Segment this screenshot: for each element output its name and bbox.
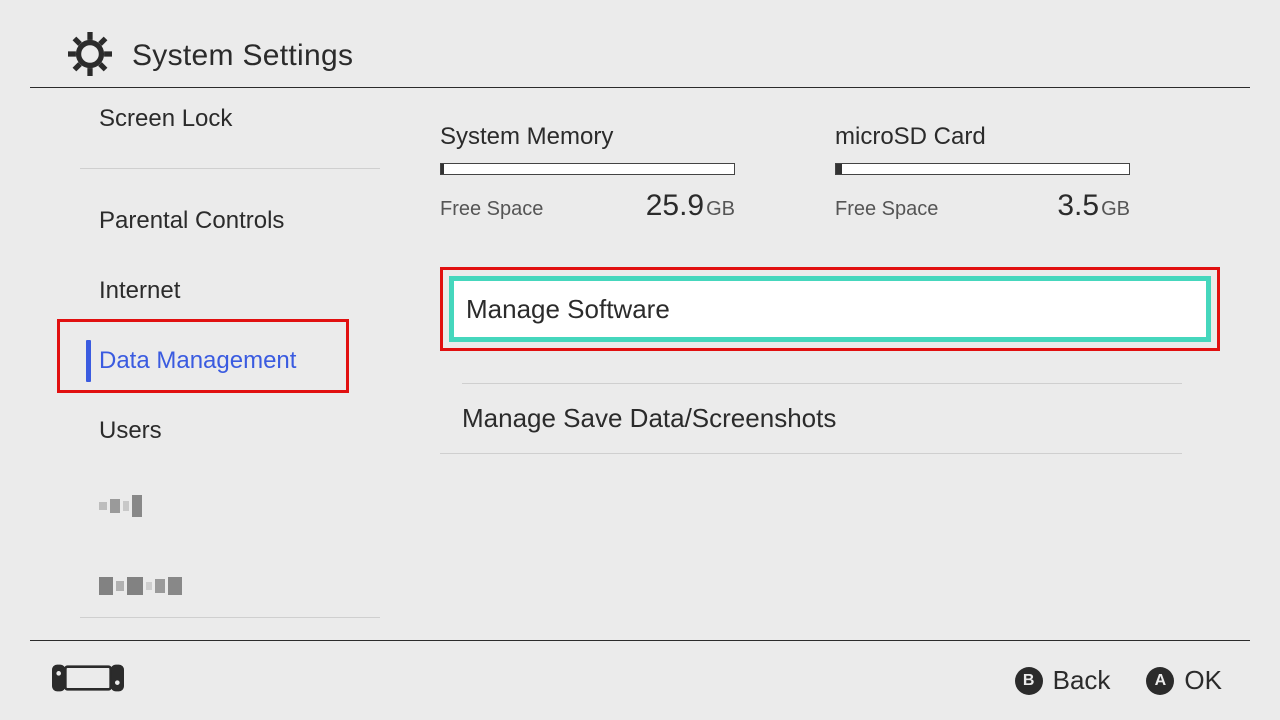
selected-indicator (86, 340, 91, 382)
free-space-label: Free Space (440, 198, 543, 221)
sidebar-item-internet[interactable]: Internet (0, 256, 362, 326)
storage-microsd: microSD Card Free Space 3.5GB (835, 123, 1130, 223)
sidebar-item-label: Parental Controls (99, 207, 284, 235)
sidebar-divider (80, 617, 380, 618)
option-manage-save-data[interactable]: Manage Save Data/Screenshots (440, 384, 1182, 454)
free-space-unit: GB (1101, 198, 1130, 220)
free-space-amount: 3.5 (1057, 189, 1099, 222)
storage-bar (440, 163, 735, 175)
option-label: Manage Save Data/Screenshots (462, 403, 836, 434)
sidebar-divider (80, 168, 380, 169)
sidebar-item-data-management[interactable]: Data Management (0, 326, 362, 396)
sidebar-item-label: Internet (99, 277, 180, 305)
sidebar-item-parental-controls[interactable]: Parental Controls (0, 186, 362, 256)
highlight-box-main: Manage Software (440, 267, 1220, 351)
page-title: System Settings (132, 39, 353, 73)
back-label: Back (1053, 665, 1111, 696)
sidebar-item-redacted-1[interactable] (0, 466, 362, 546)
storage-title: microSD Card (835, 123, 1130, 151)
option-manage-software[interactable]: Manage Software (449, 276, 1211, 342)
system-settings-screen: System Settings Screen Lock Parental Con… (0, 0, 1280, 720)
redacted-icon (99, 577, 182, 595)
main-panel: System Memory Free Space 25.9GB microSD … (362, 87, 1280, 639)
b-button-icon: B (1015, 667, 1043, 695)
storage-bar-used (836, 164, 842, 174)
ok-button[interactable]: A OK (1146, 665, 1222, 696)
sidebar-item-label: Screen Lock (99, 105, 232, 133)
storage-bar (835, 163, 1130, 175)
sidebar-item-label: Data Management (99, 347, 296, 375)
a-button-icon: A (1146, 667, 1174, 695)
storage-title: System Memory (440, 123, 735, 151)
ok-label: OK (1184, 665, 1222, 696)
sidebar-item-screen-lock[interactable]: Screen Lock (0, 87, 362, 151)
sidebar: Screen Lock Parental Controls Internet D… (0, 87, 362, 639)
footer: B Back A OK (0, 641, 1280, 720)
sidebar-item-redacted-2[interactable] (0, 546, 362, 626)
sidebar-item-users[interactable]: Users (0, 396, 362, 466)
storage-bar-used (441, 164, 444, 174)
storage-row: System Memory Free Space 25.9GB microSD … (440, 123, 1220, 223)
sidebar-item-label: Users (99, 417, 162, 445)
redacted-icon (99, 495, 142, 517)
gear-icon (68, 32, 112, 81)
free-space-amount: 25.9 (646, 189, 704, 222)
header: System Settings (0, 0, 1280, 87)
free-space-label: Free Space (835, 198, 938, 221)
option-label: Manage Software (466, 294, 670, 325)
storage-system-memory: System Memory Free Space 25.9GB (440, 123, 735, 223)
back-button[interactable]: B Back (1015, 665, 1111, 696)
free-space-unit: GB (706, 198, 735, 220)
controller-icon (52, 661, 124, 700)
